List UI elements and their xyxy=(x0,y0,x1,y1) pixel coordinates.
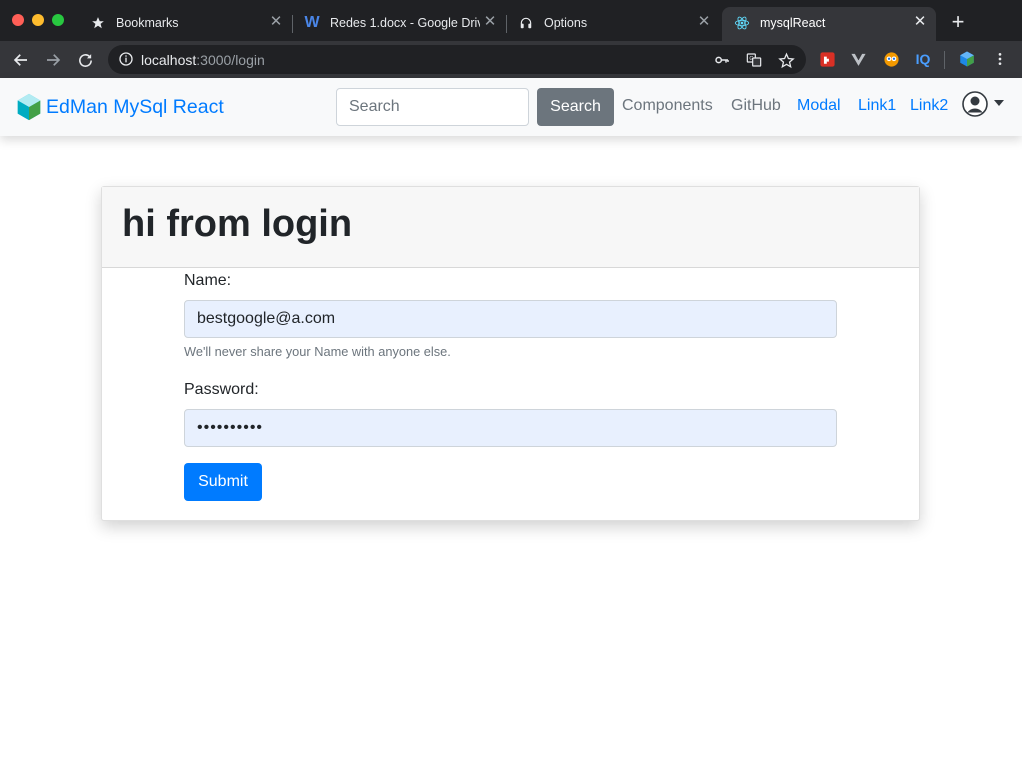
iq-extension-icon[interactable]: IQ xyxy=(913,50,933,68)
info-icon[interactable] xyxy=(118,51,134,67)
owl-extension-icon[interactable] xyxy=(882,50,900,68)
user-avatar-icon[interactable] xyxy=(962,91,988,117)
headphones-icon xyxy=(518,15,534,31)
tab-title: mysqlReact xyxy=(760,16,826,30)
search-input[interactable] xyxy=(336,88,529,126)
name-label: Name: xyxy=(184,272,232,289)
url-path: :3000/login xyxy=(196,52,265,68)
close-icon[interactable]: ✕ xyxy=(482,13,498,31)
cube-extension-icon[interactable] xyxy=(958,50,976,68)
nav-link-modal[interactable]: Modal xyxy=(797,97,841,115)
browser-tab-strip: Bookmarks ✕ W Redes 1.docx - Google Driv… xyxy=(0,0,1022,41)
tab-redes-doc[interactable]: W Redes 1.docx - Google Drive ✕ xyxy=(292,7,506,41)
cube-logo-icon xyxy=(17,93,41,121)
url-text: localhost:3000/login xyxy=(141,52,265,68)
address-bar[interactable]: localhost:3000/login G xyxy=(108,45,806,74)
nav-link-components[interactable]: Components xyxy=(622,97,713,115)
nav-link-link1[interactable]: Link1 xyxy=(858,97,896,115)
close-icon[interactable]: ✕ xyxy=(268,13,284,31)
card-header: hi from login xyxy=(102,187,919,268)
puzzle-extension-icon[interactable] xyxy=(818,50,836,68)
vue-devtools-icon[interactable] xyxy=(849,50,867,68)
tab-title: Options xyxy=(544,16,588,30)
tab-mysqlreact[interactable]: mysqlReact ✕ xyxy=(722,7,936,41)
page-title: hi from login xyxy=(122,203,353,245)
login-card: hi from login Name: We'll never share yo… xyxy=(101,186,920,521)
name-help-text: We'll never share your Name with anyone … xyxy=(184,344,451,359)
browser-toolbar: localhost:3000/login G IQ xyxy=(0,41,1022,78)
nav-link-github[interactable]: GitHub xyxy=(731,97,781,115)
close-window-button[interactable] xyxy=(12,14,24,26)
nav-link-link2[interactable]: Link2 xyxy=(910,97,948,115)
forward-arrow-icon[interactable] xyxy=(42,49,64,71)
svg-text:G: G xyxy=(749,56,753,62)
app-navbar: EdMan MySql React Search Components GitH… xyxy=(0,78,1022,136)
tab-title: Bookmarks xyxy=(116,16,179,30)
name-field[interactable] xyxy=(184,300,837,338)
new-tab-button[interactable]: + xyxy=(946,11,970,35)
reload-icon[interactable] xyxy=(74,49,96,71)
close-icon[interactable]: ✕ xyxy=(696,13,712,31)
submit-button[interactable]: Submit xyxy=(184,463,262,501)
brand-text: EdMan MySql React xyxy=(46,95,224,118)
more-menu-icon[interactable] xyxy=(991,50,1009,68)
search-button[interactable]: Search xyxy=(537,88,614,126)
tab-options[interactable]: Options ✕ xyxy=(506,7,720,41)
brand-link[interactable]: EdMan MySql React xyxy=(14,91,224,123)
close-icon[interactable]: ✕ xyxy=(912,13,928,31)
translate-icon[interactable]: G xyxy=(745,51,763,69)
toolbar-divider xyxy=(944,51,945,69)
react-logo-icon xyxy=(734,15,750,31)
dropdown-caret-icon[interactable] xyxy=(994,100,1004,106)
minimize-window-button[interactable] xyxy=(32,14,44,26)
star-outline-icon[interactable] xyxy=(777,51,795,69)
password-label: Password: xyxy=(184,381,259,398)
key-icon[interactable] xyxy=(713,51,731,69)
tab-title: Redes 1.docx - Google Drive xyxy=(330,16,480,30)
password-field[interactable] xyxy=(184,409,837,447)
star-icon xyxy=(90,15,106,31)
tab-bookmarks[interactable]: Bookmarks ✕ xyxy=(78,7,292,41)
maximize-window-button[interactable] xyxy=(52,14,64,26)
url-host: localhost xyxy=(141,52,197,68)
word-doc-icon: W xyxy=(304,14,320,31)
back-arrow-icon[interactable] xyxy=(10,49,32,71)
